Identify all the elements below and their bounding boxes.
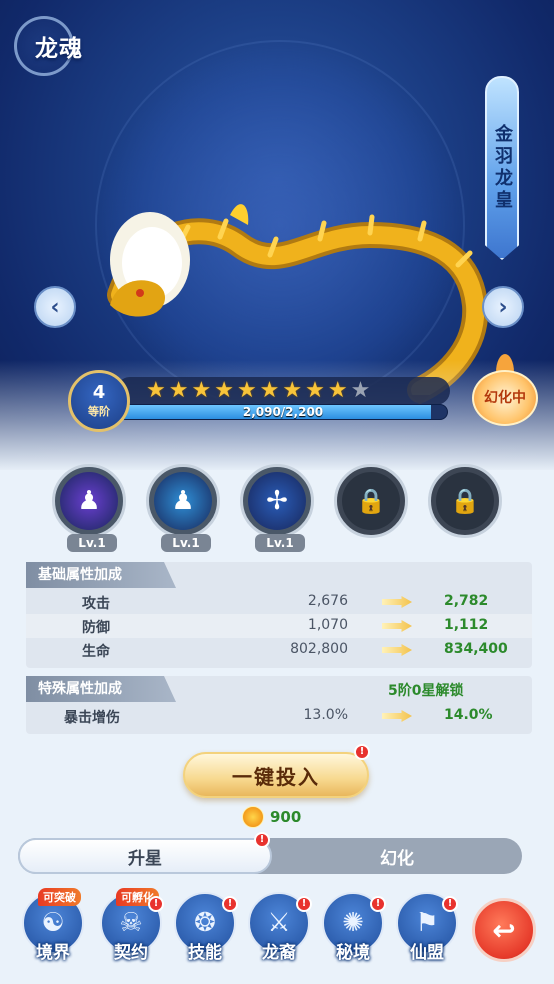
star-filled-icon: ★ — [191, 378, 212, 403]
star-filled-icon: ★ — [327, 378, 348, 403]
transform-status-label: 幻化中 — [484, 390, 526, 406]
attr-name: 暴击增伤 — [64, 710, 120, 726]
arrow-right-icon — [382, 710, 412, 722]
nav-realm[interactable]: ☯ 境界 可突破 — [20, 888, 86, 980]
lock-icon: 🔒 — [436, 472, 494, 530]
base-attributes-panel: 基础属性加成 攻击 2,676 2,782 防御 1,070 1,112 生命 … — [26, 562, 532, 668]
skill-slot-2[interactable]: ♟ Lv.1 — [146, 464, 220, 552]
attr-name: 生命 — [82, 644, 110, 660]
cost-amount: 900 — [270, 808, 302, 826]
skill-slot-4-locked[interactable]: 🔒 — [334, 464, 408, 538]
unlock-requirement: 5阶0星解锁 — [388, 683, 464, 699]
one-click-invest-label: 一键投入 — [232, 764, 320, 789]
star-filled-icon: ★ — [259, 378, 280, 403]
nav-label: 境界 — [36, 943, 70, 963]
skill-level: Lv.1 — [161, 534, 211, 552]
tab-label: 升星 — [128, 848, 162, 869]
special-attributes-panel: 特殊属性加成 5阶0星解锁 暴击增伤 13.0% 14.0% — [26, 676, 532, 734]
exp-progress-bar: 2,090/2,200 — [118, 404, 448, 420]
chevron-right-icon: › — [498, 294, 508, 320]
cost-display: 900 — [242, 806, 301, 828]
water-aura-skill-icon: ♟ — [154, 472, 212, 530]
star-empty-icon: ★ — [350, 378, 371, 403]
transform-status-button[interactable]: 幻化中 — [468, 354, 542, 428]
alert-badge-icon: ! — [296, 896, 312, 912]
star-filled-icon: ★ — [282, 378, 303, 403]
return-arrow-icon: ↩ — [492, 913, 516, 947]
tab-transform[interactable]: 幻化 — [272, 838, 522, 874]
skill-slot-1[interactable]: ♟ Lv.1 — [52, 464, 126, 552]
skill-level: Lv.1 — [255, 534, 305, 552]
tab-bar: 升星 幻化 — [18, 838, 522, 874]
one-click-invest-button[interactable]: 一键投入 — [183, 752, 369, 798]
chevron-left-icon: ‹ — [50, 294, 60, 320]
nav-label: 龙裔 — [262, 943, 296, 963]
prev-dragon-button[interactable]: ‹ — [34, 286, 76, 328]
next-dragon-button[interactable]: › — [482, 286, 524, 328]
grade-level: 4 — [92, 382, 106, 403]
attr-name: 防御 — [82, 620, 110, 636]
title-badge: 龙魂 — [14, 16, 94, 76]
alert-badge-icon: ! — [148, 896, 164, 912]
skill-slot-3[interactable]: ✢ Lv.1 — [240, 464, 314, 552]
grade-label: 等阶 — [88, 405, 110, 418]
attr-name: 攻击 — [82, 596, 110, 612]
skill-level: Lv.1 — [67, 534, 117, 552]
attr-row-hp: 生命 802,800 834,400 — [26, 638, 532, 662]
attr-current: 802,800 — [290, 641, 348, 657]
nav-label: 秘境 — [336, 943, 370, 963]
arrow-right-icon — [382, 644, 412, 656]
gold-coin-icon — [242, 806, 264, 828]
arrow-right-icon — [382, 620, 412, 632]
lock-icon: 🔒 — [342, 472, 400, 530]
attr-row-attack: 攻击 2,676 2,782 — [26, 590, 532, 614]
skill-slot-5-locked[interactable]: 🔒 — [428, 464, 502, 538]
grade-orb: 4 等阶 — [68, 370, 130, 432]
attr-row-crit-damage: 暴击增伤 13.0% 14.0% — [26, 704, 532, 728]
nav-label: 仙盟 — [410, 943, 444, 963]
dragon-name: 金羽龙皇 — [492, 124, 513, 212]
base-attributes-title: 基础属性加成 — [26, 562, 176, 588]
attr-next: 14.0% — [444, 707, 493, 723]
star-filled-icon: ★ — [146, 378, 166, 403]
attr-current: 13.0% — [303, 707, 348, 723]
star-filled-icon: ★ — [305, 378, 325, 403]
alert-badge-icon: ! — [254, 832, 270, 848]
back-button[interactable]: ↩ — [472, 898, 536, 962]
attr-current: 1,070 — [307, 617, 348, 633]
star-filled-icon: ★ — [168, 378, 189, 403]
tab-star-up[interactable]: 升星 — [18, 838, 272, 874]
crossbow-skill-icon: ✢ — [248, 472, 306, 530]
alert-badge-icon: ! — [354, 744, 370, 760]
alert-badge-icon: ! — [370, 896, 386, 912]
page-title: 龙魂 — [35, 35, 83, 62]
body-aura-skill-icon: ♟ — [60, 472, 118, 530]
alert-badge-icon: ! — [222, 896, 238, 912]
nav-label: 契约 — [114, 943, 148, 963]
breakthrough-tag: 可突破 — [38, 888, 81, 906]
star-filled-icon: ★ — [214, 378, 234, 403]
dragon-name-banner: 金羽龙皇 — [485, 76, 519, 260]
alert-badge-icon: ! — [442, 896, 458, 912]
skill-row: ♟ Lv.1 ♟ Lv.1 ✢ Lv.1 🔒 🔒 — [52, 464, 512, 556]
star-rating: ★ ★ ★ ★ ★ ★ ★ ★ ★ ★ — [116, 377, 450, 405]
attr-row-defense: 防御 1,070 1,112 — [26, 614, 532, 638]
star-filled-icon: ★ — [236, 378, 257, 403]
tab-label: 幻化 — [380, 848, 414, 869]
special-attributes-title: 特殊属性加成 — [26, 676, 176, 702]
exp-text: 2,090/2,200 — [242, 405, 324, 419]
nav-label: 技能 — [188, 943, 222, 963]
attr-current: 2,676 — [307, 593, 348, 609]
attr-next: 1,112 — [444, 617, 489, 633]
attr-next: 834,400 — [444, 641, 508, 657]
attr-next: 2,782 — [444, 593, 489, 609]
arrow-right-icon — [382, 596, 412, 608]
bottom-nav: ☯ 境界 可突破 ☠ 契约 可孵化 ❂ 技能 ⚔ 龙裔 ✺ 秘境 ⚑ 仙盟 ! … — [0, 886, 554, 984]
